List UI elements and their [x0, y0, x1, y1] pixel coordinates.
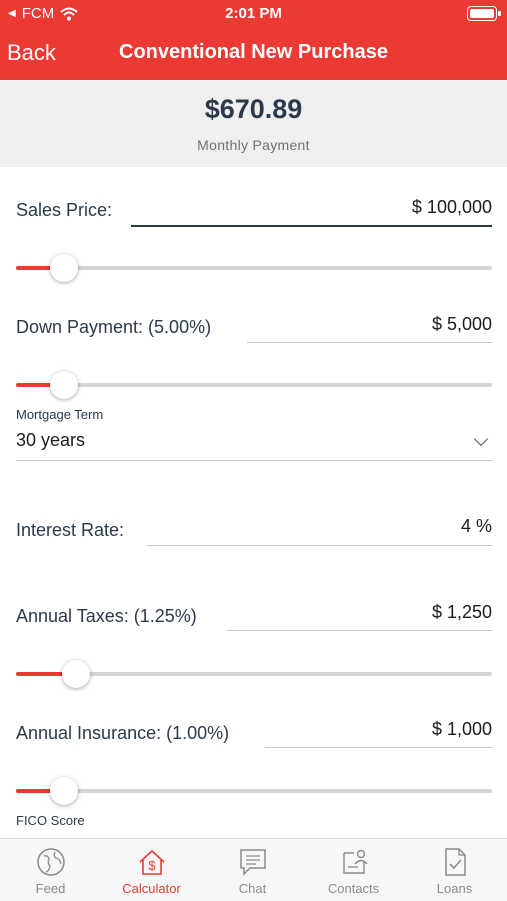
slider-thumb[interactable]: [49, 254, 78, 282]
interest-rate-field[interactable]: 4 %: [147, 516, 492, 546]
globe-icon: [37, 848, 65, 876]
annual-insurance-value: $ 1,000: [431, 719, 492, 739]
monthly-payment-amount: $670.89: [204, 94, 303, 124]
tab-bar: Feed $ Calculator Chat Contacts Loans: [0, 838, 507, 901]
down-payment-value: $ 5,000: [431, 314, 492, 334]
annual-taxes-label: Annual Taxes: (1.25%): [16, 606, 197, 626]
slider-thumb[interactable]: [49, 371, 78, 399]
tab-feed[interactable]: Feed: [0, 839, 101, 901]
slider-thumb[interactable]: [61, 660, 90, 688]
contacts-icon: [343, 849, 368, 874]
tab-loans-label: Loans: [436, 881, 473, 896]
mortgage-term-label: Mortgage Term: [16, 407, 104, 422]
tab-feed-label: Feed: [35, 881, 66, 896]
top-bar: ◀ FCM 2:01 PM Back Conventional New Purc…: [0, 0, 507, 80]
tab-contacts-label: Contacts: [327, 881, 380, 896]
annual-taxes-value: $ 1,250: [431, 602, 492, 622]
tab-calculator[interactable]: $ Calculator: [101, 839, 202, 901]
tab-calculator-label: Calculator: [122, 881, 181, 896]
mortgage-term-select[interactable]: 30 years: [16, 428, 492, 461]
tab-contacts[interactable]: Contacts: [303, 839, 404, 901]
down-payment-field[interactable]: $ 5,000: [247, 314, 492, 343]
sales-price-label: Sales Price:: [16, 200, 113, 220]
sales-price-field[interactable]: $ 100,000: [131, 197, 492, 227]
annual-taxes-slider[interactable]: [16, 659, 492, 689]
svg-text:$: $: [148, 858, 156, 873]
down-payment-label: Down Payment: (5.00%): [16, 317, 212, 337]
annual-insurance-label: Annual Insurance: (1.00%): [16, 723, 230, 743]
interest-rate-value: 4 %: [460, 516, 492, 536]
chat-icon: [240, 849, 266, 876]
page-title: Conventional New Purchase: [119, 41, 388, 63]
tab-chat[interactable]: Chat: [202, 839, 303, 901]
status-bar: ◀ FCM 2:01 PM: [0, 0, 507, 28]
interest-rate-label: Interest Rate:: [16, 520, 125, 540]
status-time: 2:01 PM: [225, 5, 282, 22]
sales-price-value: $ 100,000: [411, 197, 492, 217]
battery-icon: [467, 6, 501, 21]
fico-score-label: FICO Score: [16, 813, 85, 828]
slider-track: [16, 789, 492, 793]
monthly-payment-label: Monthly Payment: [197, 137, 310, 153]
document-check-icon: [445, 848, 466, 876]
house-dollar-icon: $: [139, 849, 165, 875]
slider-track: [16, 266, 492, 270]
chevron-down-icon: [473, 431, 489, 447]
tab-chat-label: Chat: [238, 881, 267, 896]
slider-thumb[interactable]: [49, 777, 78, 805]
annual-taxes-field[interactable]: $ 1,250: [227, 602, 492, 631]
mortgage-term-value: 30 years: [16, 430, 86, 450]
annual-insurance-field[interactable]: $ 1,000: [265, 719, 492, 748]
nav-bar: Back Conventional New Purchase: [0, 30, 507, 78]
sales-price-slider[interactable]: [16, 253, 492, 283]
payment-summary: $670.89 Monthly Payment: [0, 80, 507, 167]
down-payment-slider[interactable]: [16, 370, 492, 400]
annual-insurance-slider[interactable]: [16, 776, 492, 806]
tab-loans[interactable]: Loans: [404, 839, 505, 901]
slider-track: [16, 383, 492, 387]
